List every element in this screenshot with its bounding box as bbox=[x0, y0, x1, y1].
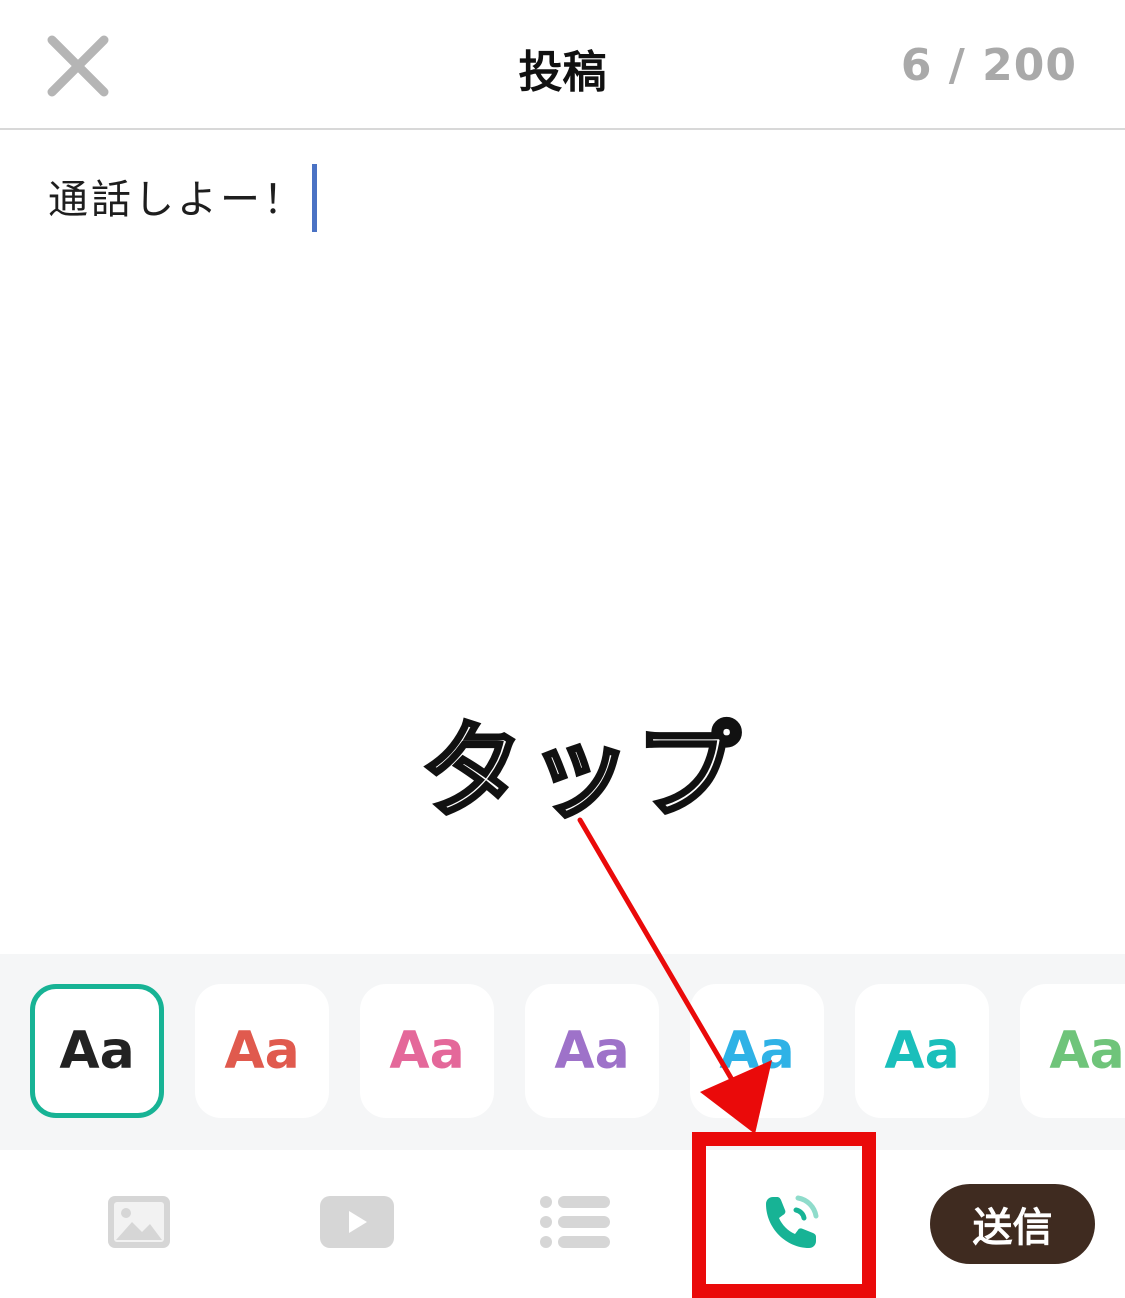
font-style-option[interactable]: Aa bbox=[30, 984, 164, 1118]
font-style-label: Aa bbox=[554, 1021, 630, 1081]
font-style-label: Aa bbox=[59, 1021, 135, 1081]
video-icon[interactable] bbox=[320, 1196, 394, 1252]
highlight-box bbox=[692, 1132, 876, 1298]
header-bar: 投稿 6 / 200 bbox=[0, 0, 1125, 130]
font-style-label: Aa bbox=[719, 1021, 795, 1081]
font-style-label: Aa bbox=[1049, 1021, 1125, 1081]
send-button[interactable]: 送信 bbox=[930, 1184, 1095, 1264]
text-caret bbox=[312, 164, 317, 232]
font-style-option[interactable]: Aa bbox=[195, 984, 329, 1118]
font-style-label: Aa bbox=[884, 1021, 960, 1081]
font-style-option[interactable]: Aa bbox=[1020, 984, 1125, 1118]
font-style-option[interactable]: Aa bbox=[855, 984, 989, 1118]
font-style-label: Aa bbox=[224, 1021, 300, 1081]
font-style-option[interactable]: Aa bbox=[360, 984, 494, 1118]
font-style-option[interactable]: Aa bbox=[525, 984, 659, 1118]
image-icon[interactable] bbox=[108, 1196, 170, 1252]
font-style-option[interactable]: Aa bbox=[690, 984, 824, 1118]
list-icon[interactable] bbox=[540, 1196, 610, 1252]
font-style-selector: Aa Aa Aa Aa Aa Aa Aa bbox=[0, 954, 1125, 1150]
tap-annotation-label: タップ bbox=[418, 708, 745, 834]
character-counter: 6 / 200 bbox=[900, 40, 1077, 91]
font-style-label: Aa bbox=[389, 1021, 465, 1081]
post-text: 通話しよー！ bbox=[48, 177, 306, 223]
